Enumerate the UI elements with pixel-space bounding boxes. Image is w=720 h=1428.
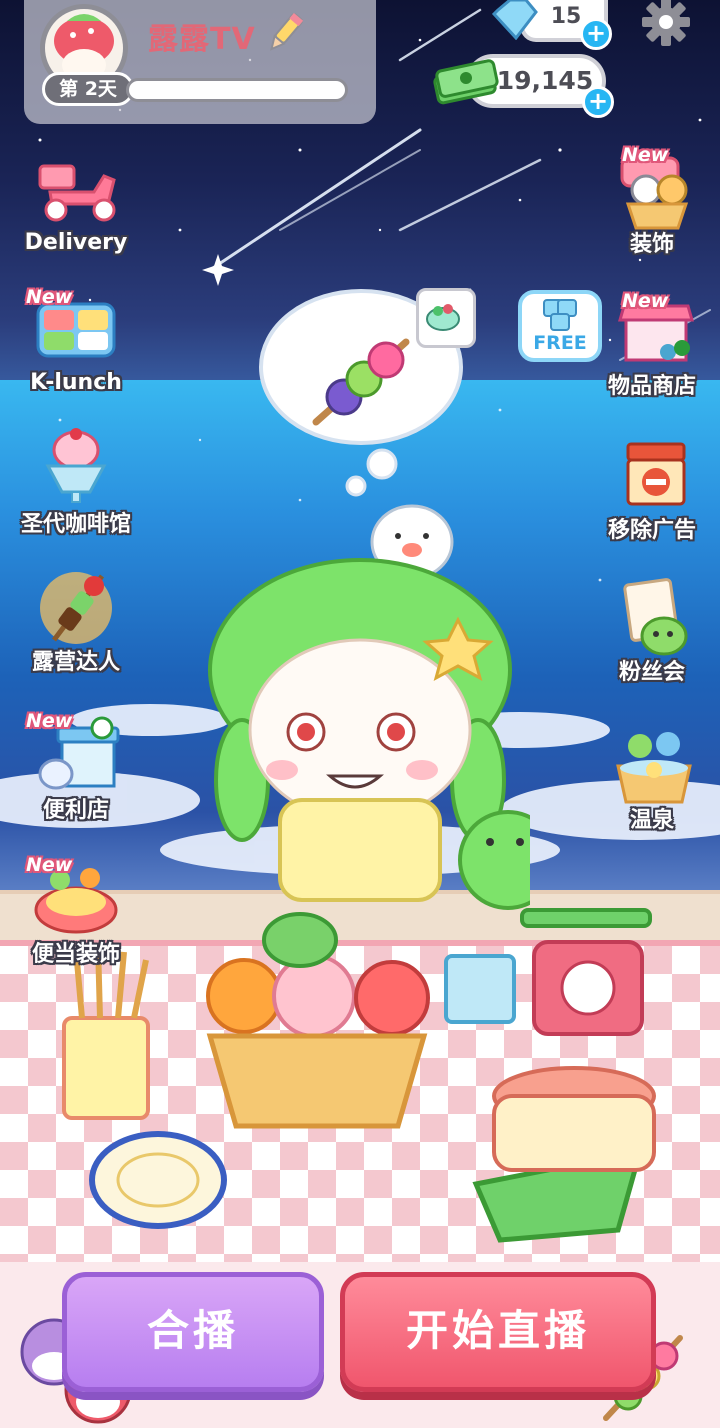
add-gems-button[interactable]: + (580, 18, 612, 50)
cobroadcast-button[interactable]: 合播 (62, 1272, 324, 1392)
menu-decoration[interactable]: New 装饰 (586, 144, 718, 258)
menu-item-shop[interactable]: New 物品商店 (586, 290, 718, 400)
skewer-icon (30, 568, 122, 648)
profile-panel[interactable]: 第 2天 露露TV (24, 0, 376, 124)
sweater-vest-icon (278, 798, 442, 902)
bento-icon: New (26, 854, 122, 940)
face-icon (248, 638, 472, 822)
menu-convenience-store[interactable]: New 便利店 (10, 710, 142, 824)
menu-label: 装饰 (629, 232, 674, 257)
decor-basket-icon: New (606, 144, 698, 230)
lunchbox-icon: New (26, 286, 122, 372)
fan-letter-icon (606, 578, 698, 658)
menu-k-lunch[interactable]: New K-lunch (10, 286, 142, 395)
cooking-pot-icon (472, 1066, 656, 1243)
menu-remove-ads[interactable]: 移除广告 (586, 436, 718, 544)
day-counter-badge: 第 2天 (42, 72, 134, 106)
menu-label: 便当装饰 (31, 942, 120, 967)
order-item-card[interactable] (416, 288, 476, 348)
hot-spring-icon (606, 726, 698, 806)
measuring-cup-icon (444, 954, 516, 1024)
menu-label: 移除广告 (607, 518, 696, 543)
settings-gear-icon[interactable] (636, 0, 696, 52)
cash-amount: 19,145 (496, 66, 594, 95)
day-progress-bar (126, 78, 348, 102)
menu-hot-spring[interactable]: 温泉 (586, 726, 718, 834)
menu-label: K-lunch (30, 370, 122, 395)
menu-bento-decor[interactable]: New 便当装饰 (10, 854, 142, 968)
streamer-character[interactable] (190, 480, 530, 920)
menu-sundae-cafe[interactable]: 圣代咖啡馆 (10, 428, 142, 538)
menu-label: 露营达人 (31, 650, 120, 675)
menu-label: 温泉 (629, 808, 674, 833)
scooter-icon (30, 158, 122, 238)
sundae-icon (30, 428, 122, 508)
fries-cup-icon (62, 943, 150, 1120)
menu-camping[interactable]: 露营达人 (10, 568, 142, 676)
start-live-button[interactable]: 开始直播 (340, 1272, 656, 1392)
menu-fan-club[interactable]: 粉丝会 (586, 578, 718, 686)
username: 露露TV (148, 22, 256, 57)
new-tag: New (26, 854, 73, 876)
new-tag: New (622, 144, 669, 166)
store-icon: New (26, 710, 122, 796)
new-tag: New (622, 290, 669, 312)
menu-label: 圣代咖啡馆 (20, 512, 131, 537)
fruit-basket-icon (206, 912, 430, 1129)
kitchen-scale-icon (520, 908, 652, 1036)
no-ads-icon (606, 436, 698, 516)
menu-label: 粉丝会 (618, 660, 685, 685)
menu-label: 便利店 (42, 798, 109, 823)
new-tag: New (26, 286, 73, 308)
new-tag: New (26, 710, 73, 732)
menu-delivery[interactable]: Delivery (10, 158, 142, 255)
add-cash-button[interactable]: + (582, 86, 614, 118)
edit-pencil-icon[interactable] (262, 10, 308, 56)
plate-icon (89, 1131, 227, 1229)
salad-bowl-icon (426, 304, 460, 331)
shop-stall-icon: New (606, 290, 698, 376)
